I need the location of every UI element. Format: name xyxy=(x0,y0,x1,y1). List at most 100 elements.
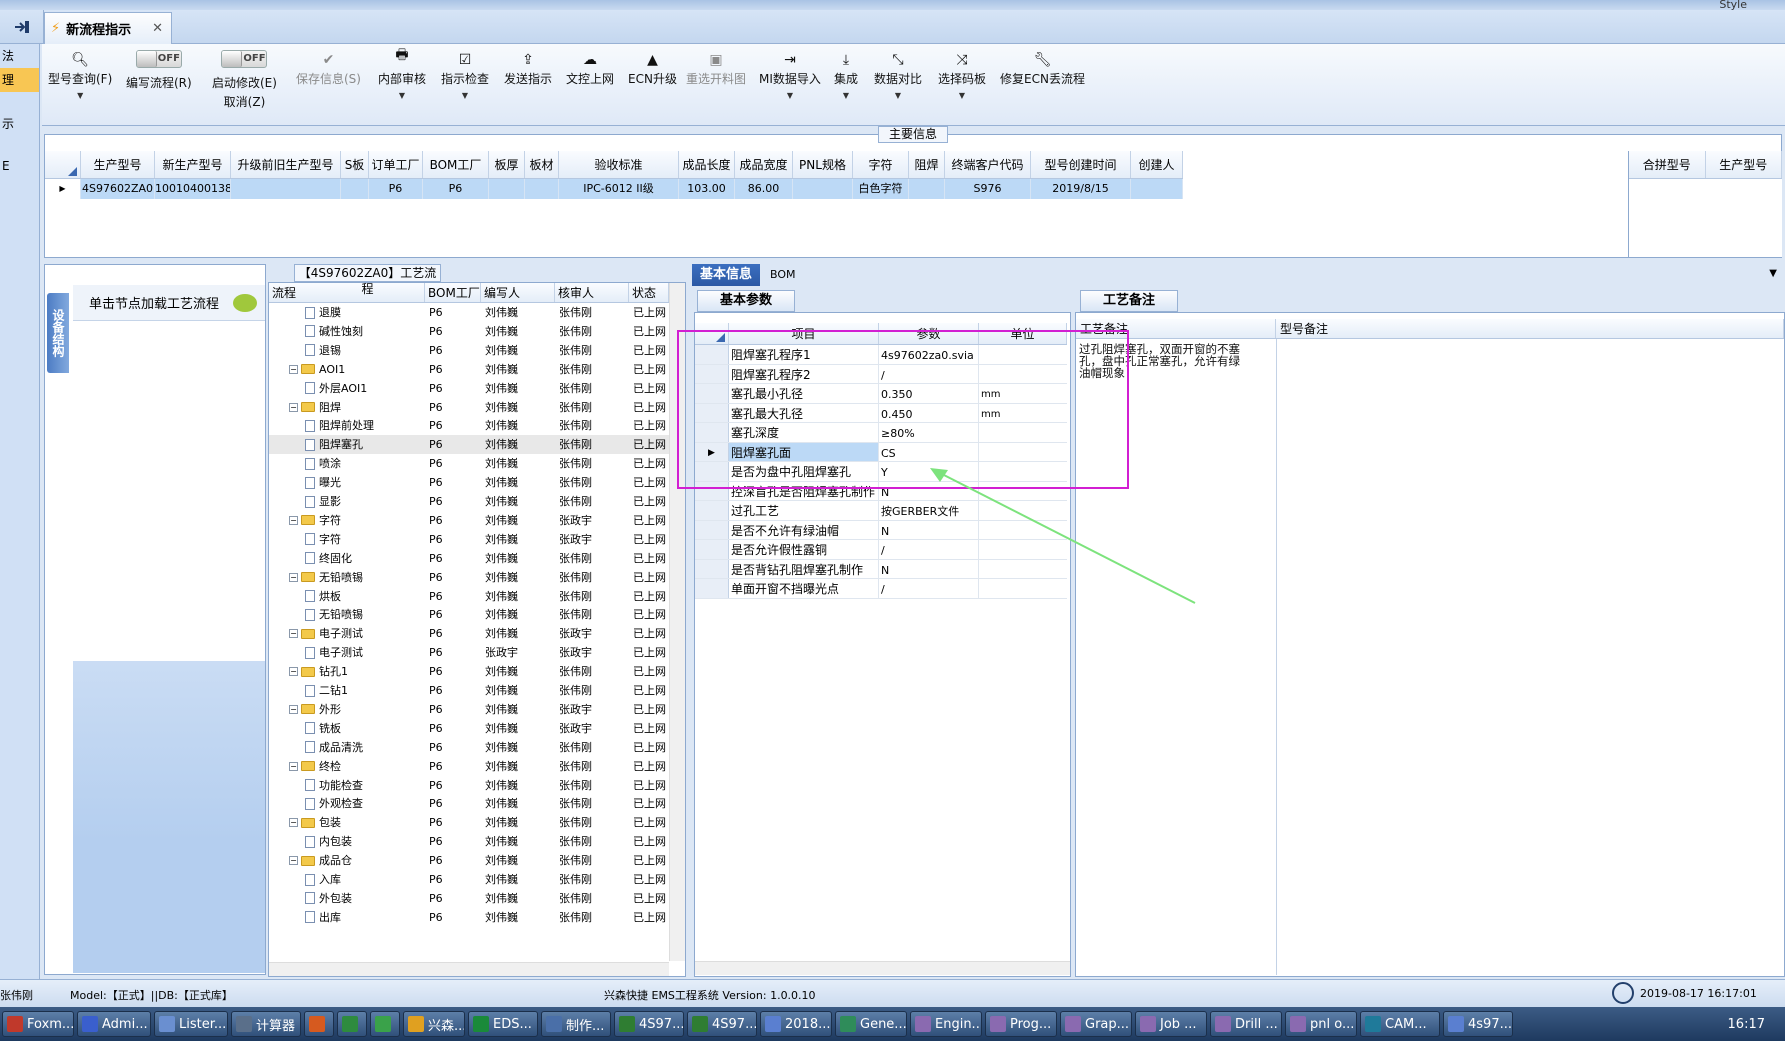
search-model-button[interactable]: 🔍︎ 型号查询(F) ▼ xyxy=(48,44,112,126)
column-header[interactable]: 状态 xyxy=(629,283,669,302)
compare-data-button[interactable]: ⤡ 数据对比 ▼ xyxy=(874,44,922,126)
taskbar-item[interactable]: Job ... xyxy=(1135,1011,1207,1037)
tab-bom[interactable]: BOM xyxy=(762,264,804,286)
toggle-switch[interactable]: OFF xyxy=(221,50,268,68)
column-header[interactable]: 创建人 xyxy=(1131,151,1183,178)
taskbar-item[interactable]: 4S97... xyxy=(687,1011,757,1037)
column-header[interactable]: 生产型号 xyxy=(81,151,155,178)
collapse-icon[interactable]: − xyxy=(289,629,298,639)
tree-row[interactable]: 碱性蚀刻 P6 刘伟巍 张伟刚 已上网 xyxy=(269,322,669,341)
taskbar-item[interactable]: pnl o... xyxy=(1285,1011,1357,1037)
column-header[interactable]: 验收标准 xyxy=(559,151,679,178)
left-nav-item[interactable]: 法 xyxy=(0,44,39,68)
taskbar-item[interactable]: Drill ... xyxy=(1210,1011,1282,1037)
taskbar-item[interactable]: CAM... xyxy=(1360,1011,1440,1037)
tree-row[interactable]: − 钻孔1 P6 刘伟巍 张伟刚 已上网 xyxy=(269,662,669,681)
taskbar-item[interactable] xyxy=(304,1011,334,1037)
taskbar-item[interactable]: Foxm... xyxy=(2,1011,74,1037)
tree-row[interactable]: 曝光 P6 刘伟巍 张伟刚 已上网 xyxy=(269,473,669,492)
save-info-button[interactable]: ✔ 保存信息(S) xyxy=(296,44,361,126)
check-instructions-button[interactable]: ☑ 指示检查 ▼ xyxy=(441,44,489,126)
column-header[interactable]: S板 xyxy=(341,151,369,178)
left-nav-item-selected[interactable]: 理 xyxy=(0,68,39,92)
integrate-button[interactable]: ⤓ 集成 ▼ xyxy=(834,44,858,126)
taskbar-item[interactable]: 兴森... xyxy=(403,1011,465,1037)
tree-row[interactable]: 成品清洗 P6 刘伟巍 张伟刚 已上网 xyxy=(269,738,669,757)
collapse-icon[interactable]: − xyxy=(289,515,298,525)
tree-row[interactable]: 二钻1 P6 刘伟巍 张伟刚 已上网 xyxy=(269,681,669,700)
column-header[interactable]: 型号创建时间 xyxy=(1031,151,1131,178)
taskbar-item[interactable] xyxy=(370,1011,400,1037)
ecn-upgrade-button[interactable]: ▲ ECN升级 xyxy=(628,44,677,126)
column-header[interactable]: 阻焊 xyxy=(909,151,945,178)
taskbar-item[interactable]: 计算器 xyxy=(231,1011,301,1037)
tree-row[interactable]: 电子测试 P6 张政宇 张政宇 已上网 xyxy=(269,643,669,662)
mi-import-button[interactable]: ⇥ MI数据导入 ▼ xyxy=(759,44,821,126)
column-header[interactable]: 核审人 xyxy=(555,283,629,302)
send-instructions-button[interactable]: ⇪ 发送指示 xyxy=(504,44,552,126)
exit-button[interactable] xyxy=(0,10,44,44)
column-header[interactable]: 订单工厂 xyxy=(369,151,423,178)
column-header[interactable]: BOM工厂 xyxy=(423,151,489,178)
taskbar-item[interactable]: 2018... xyxy=(760,1011,832,1037)
tree-row[interactable]: 退锡 P6 刘伟巍 张伟刚 已上网 xyxy=(269,341,669,360)
collapse-icon[interactable]: − xyxy=(289,761,298,771)
publish-doc-button[interactable]: ☁ 文控上网 xyxy=(566,44,614,126)
tab-new-process[interactable]: ⚡ 新流程指示 ✕ xyxy=(44,12,172,44)
column-header[interactable]: 流程 xyxy=(269,283,425,302)
tree-row[interactable]: − AOI1 P6 刘伟巍 张伟刚 已上网 xyxy=(269,360,669,379)
tree-row[interactable]: 功能检查 P6 刘伟巍 张伟刚 已上网 xyxy=(269,776,669,795)
column-header[interactable]: 升级前旧生产型号 xyxy=(231,151,341,178)
taskbar-item[interactable]: Prog... xyxy=(985,1011,1057,1037)
taskbar-item[interactable]: Gene... xyxy=(835,1011,907,1037)
collapse-icon[interactable]: − xyxy=(289,667,298,677)
horizontal-scrollbar[interactable] xyxy=(269,962,669,976)
tree-row[interactable]: − 成品仓 P6 刘伟巍 张伟刚 已上网 xyxy=(269,851,669,870)
tree-row[interactable]: 退膜 P6 刘伟巍 张伟刚 已上网 xyxy=(269,303,669,322)
clock-text[interactable]: 16:17 xyxy=(1728,1017,1765,1032)
taskbar-item[interactable]: Admi... xyxy=(77,1011,151,1037)
tree-row[interactable]: − 无铅喷锡 P6 刘伟巍 张伟刚 已上网 xyxy=(269,568,669,587)
column-header[interactable]: 板材 xyxy=(525,151,559,178)
column-header[interactable]: 字符 xyxy=(853,151,909,178)
column-header[interactable]: 合拼型号 xyxy=(1629,151,1706,178)
collapse-icon[interactable]: − xyxy=(289,818,298,828)
column-header[interactable]: 终端客户代码 xyxy=(945,151,1031,178)
collapse-icon[interactable]: − xyxy=(289,856,298,866)
column-header[interactable]: 成品宽度 xyxy=(735,151,793,178)
tree-row[interactable]: 入库 P6 刘伟巍 张伟刚 已上网 xyxy=(269,870,669,889)
taskbar-item[interactable]: Grap... xyxy=(1060,1011,1132,1037)
tree-row[interactable]: 铣板 P6 刘伟巍 张政宇 已上网 xyxy=(269,719,669,738)
tree-row[interactable]: 阻焊塞孔 P6 刘伟巍 张伟刚 已上网 xyxy=(269,435,669,455)
start-edit-toggle[interactable]: OFF 启动修改(E) 取消(Z) xyxy=(212,44,277,126)
column-header[interactable]: 编写人 xyxy=(481,283,555,302)
tree-row[interactable]: − 电子测试 P6 刘伟巍 张政宇 已上网 xyxy=(269,624,669,643)
tree-row[interactable]: 字符 P6 刘伟巍 张政宇 已上网 xyxy=(269,530,669,549)
tree-row[interactable]: 无铅喷锡 P6 刘伟巍 张伟刚 已上网 xyxy=(269,605,669,624)
collapse-icon[interactable]: − xyxy=(289,364,298,374)
tree-row[interactable]: 阻焊前处理 P6 刘伟巍 张伟刚 已上网 xyxy=(269,416,669,435)
taskbar-item[interactable]: 4S97... xyxy=(614,1011,684,1037)
tree-row[interactable]: − 阻焊 P6 刘伟巍 张伟刚 已上网 xyxy=(269,398,669,417)
column-header[interactable]: BOM工厂 xyxy=(425,283,481,302)
collapse-icon[interactable]: − xyxy=(289,572,298,582)
tree-row[interactable]: 显影 P6 刘伟巍 张伟刚 已上网 xyxy=(269,492,669,511)
repair-ecn-button[interactable]: 🔧︎ 修复ECN丢流程 xyxy=(1000,44,1085,126)
tab-process-notes[interactable]: 工艺备注 xyxy=(1080,290,1178,312)
column-header[interactable]: 板厚 xyxy=(489,151,525,178)
tree-row[interactable]: 喷涂 P6 刘伟巍 张伟刚 已上网 xyxy=(269,454,669,473)
reselect-image-button[interactable]: ▣ 重选开料图 xyxy=(686,44,746,126)
taskbar-item[interactable]: 4s97... xyxy=(1443,1011,1513,1037)
tree-row[interactable]: − 包装 P6 刘伟巍 张伟刚 已上网 xyxy=(269,813,669,832)
write-process-toggle[interactable]: OFF 编写流程(R) xyxy=(126,44,192,126)
collapse-icon[interactable]: − xyxy=(289,704,298,714)
column-header[interactable]: PNL规格 xyxy=(793,151,853,178)
tree-row[interactable]: 出库 P6 刘伟巍 张伟刚 已上网 xyxy=(269,908,669,927)
tree-row[interactable]: 内包装 P6 刘伟巍 张伟刚 已上网 xyxy=(269,832,669,851)
load-process-hint[interactable]: 单击节点加载工艺流程 xyxy=(73,285,265,321)
column-header[interactable]: 生产型号 xyxy=(1706,151,1782,178)
column-header[interactable]: 成品长度 xyxy=(679,151,735,178)
taskbar-item[interactable] xyxy=(337,1011,367,1037)
taskbar-item[interactable]: Lister... xyxy=(154,1011,228,1037)
tree-row[interactable]: − 字符 P6 刘伟巍 张政宇 已上网 xyxy=(269,511,669,530)
